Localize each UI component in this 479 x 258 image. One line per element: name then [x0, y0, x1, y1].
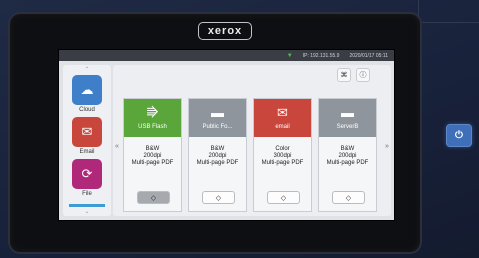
workflow-card-usb-flash[interactable]: ⭆ USB Flash B&W 200dpi Multi-page PDF ◇ — [123, 98, 182, 212]
card-header: ▬ ServerB — [319, 99, 376, 137]
card-title: email — [275, 124, 290, 130]
collapse-icon[interactable]: ⌘ — [337, 68, 351, 82]
power-icon: ⏻ — [455, 130, 463, 141]
power-button[interactable]: ⏻ — [446, 124, 472, 147]
card-header: ▬ Public Fo... — [189, 99, 246, 137]
info-icon[interactable]: ⓘ — [356, 68, 370, 82]
touch-screen: ▼ IP: 192.131.55.9 2020/01/17 05:11 ⌃ ☁ … — [58, 49, 395, 221]
workflow-card-serverb[interactable]: ▬ ServerB B&W 200dpi Multi-page PDF ◇ — [318, 98, 377, 212]
card-header: ✉ email — [254, 99, 311, 137]
resolution: 300dpi — [273, 153, 292, 159]
sidebar-handle-up-icon[interactable]: ⌃ — [63, 66, 111, 73]
envelope-icon: ✉ — [72, 117, 102, 147]
panel-edge — [418, 0, 479, 23]
file-format: Multi-page PDF — [261, 160, 304, 166]
sidebar-more-indicator — [69, 204, 105, 207]
color-mode: B&W — [145, 146, 160, 152]
network-folder-icon: ▬ — [341, 105, 354, 120]
card-settings: B&W 200dpi Multi-page PDF — [189, 146, 246, 167]
workflow-card-public-folder[interactable]: ▬ Public Fo... B&W 200dpi Multi-page PDF… — [188, 98, 247, 212]
status-bar: ▼ IP: 192.131.55.9 2020/01/17 05:11 — [59, 50, 394, 61]
resolution: 200dpi — [208, 153, 227, 159]
resolution: 200dpi — [143, 153, 162, 159]
start-button[interactable]: ◇ — [202, 191, 235, 204]
scroll-right-icon[interactable]: » — [385, 143, 389, 150]
file-format: Multi-page PDF — [196, 160, 239, 166]
start-button[interactable]: ◇ — [332, 191, 365, 204]
sidebar-item-label: File — [82, 191, 92, 197]
sidebar-item-cloud[interactable]: ☁ Cloud — [69, 75, 105, 113]
card-settings: B&W 200dpi Multi-page PDF — [319, 146, 376, 167]
date-time: 2020/01/17 05:11 — [349, 52, 388, 59]
start-button[interactable]: ◇ — [267, 191, 300, 204]
brand-logo: xerox — [198, 22, 252, 40]
workflow-pane: ⌘ ⓘ « » ⭆ USB Flash B&W 200dpi Multi-pag… — [113, 65, 391, 216]
start-button[interactable]: ◇ — [137, 191, 170, 204]
usb-icon: ⭆ — [146, 105, 159, 120]
card-title: Public Fo... — [202, 124, 233, 130]
cloud-upload-icon: ☁ — [72, 75, 102, 105]
sidebar-item-email[interactable]: ✉ Email — [69, 117, 105, 155]
workflow-card-email[interactable]: ✉ email Color 300dpi Multi-page PDF ◇ — [253, 98, 312, 212]
sidebar-handle-down-icon[interactable]: ⌄ — [63, 208, 111, 215]
color-mode: Color — [275, 146, 290, 152]
color-mode: B&W — [340, 146, 355, 152]
app-sidebar: ⌃ ☁ Cloud ✉ Email ⟳ File ⌄ — [63, 65, 111, 216]
card-title: USB Flash — [138, 124, 167, 130]
sidebar-item-label: Email — [79, 149, 95, 155]
card-title: ServerB — [336, 124, 359, 130]
file-format: Multi-page PDF — [326, 160, 369, 166]
envelope-icon: ✉ — [277, 105, 288, 120]
card-header: ⭆ USB Flash — [124, 99, 181, 137]
folder-sync-icon: ⟳ — [72, 159, 102, 189]
card-settings: B&W 200dpi Multi-page PDF — [124, 146, 181, 167]
resolution: 200dpi — [338, 153, 357, 159]
scroll-left-icon[interactable]: « — [115, 143, 119, 150]
wifi-icon: ▼ — [286, 52, 293, 59]
ip-address: IP: 192.131.55.9 — [302, 52, 340, 59]
sidebar-item-label: Cloud — [79, 107, 95, 113]
card-settings: Color 300dpi Multi-page PDF — [254, 146, 311, 167]
color-mode: B&W — [210, 146, 225, 152]
network-folder-icon: ▬ — [211, 105, 224, 120]
sidebar-item-file[interactable]: ⟳ File — [69, 159, 105, 197]
file-format: Multi-page PDF — [131, 160, 174, 166]
